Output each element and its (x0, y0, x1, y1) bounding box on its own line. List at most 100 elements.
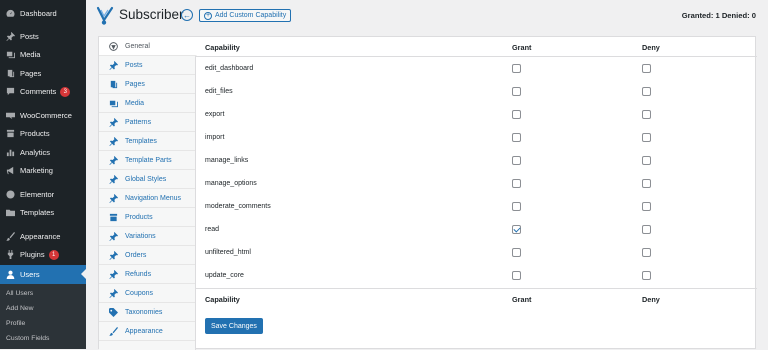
capability-name: update_core (205, 272, 244, 279)
grant-checkbox[interactable] (512, 179, 521, 188)
table-row: edit_files (196, 81, 757, 104)
sidebar-item-label: Pages (20, 69, 42, 78)
woocommerce-icon (5, 111, 15, 121)
column-footer-grant: Grant (512, 295, 532, 304)
deny-checkbox[interactable] (642, 133, 651, 142)
tab-coupons[interactable]: Coupons (99, 284, 195, 303)
tab-refunds[interactable]: Refunds (99, 265, 195, 284)
capability-name: unfiltered_html (205, 249, 251, 256)
tab-label: Pages (125, 80, 145, 88)
sidebar-item-templates[interactable]: Templates (0, 204, 86, 221)
comments-count-badge: 3 (60, 86, 71, 97)
table-row: import (196, 127, 757, 150)
deny-checkbox[interactable] (642, 156, 651, 165)
sidebar-item-appearance[interactable]: Appearance (0, 228, 86, 245)
pin-icon (108, 288, 119, 299)
pin-icon (108, 136, 119, 147)
media-icon (108, 98, 119, 109)
capability-name: read (205, 226, 220, 233)
column-header-deny: Deny (642, 43, 660, 52)
tab-orders[interactable]: Orders (99, 246, 195, 265)
dashboard-icon (5, 9, 15, 19)
deny-checkbox[interactable] (642, 87, 651, 96)
sidebar-item-users[interactable]: Users (0, 265, 86, 284)
column-footer-deny: Deny (642, 295, 660, 304)
tab-patterns[interactable]: Patterns (99, 113, 195, 132)
sidebar-item-label: Comments (20, 87, 57, 96)
deny-checkbox[interactable] (642, 64, 651, 73)
deny-checkbox[interactable] (642, 110, 651, 119)
products-icon (5, 129, 15, 139)
tab-products[interactable]: Products (99, 208, 195, 227)
sidebar-item-marketing[interactable]: Marketing (0, 162, 86, 179)
tab-global-styles[interactable]: Global Styles (99, 170, 195, 189)
table-row: export (196, 104, 757, 127)
table-header: Capability Grant Deny (196, 37, 757, 57)
pin-icon (108, 155, 119, 166)
grant-checkbox[interactable] (512, 248, 521, 257)
grant-checkbox[interactable] (512, 133, 521, 142)
sidebar-item-media[interactable]: Media (0, 46, 86, 63)
deny-checkbox[interactable] (642, 179, 651, 188)
sidebar-item-comments[interactable]: Comments 3 (0, 83, 86, 100)
grant-checkbox[interactable] (512, 87, 521, 96)
submenu-all-users[interactable]: All Users (6, 290, 33, 297)
sidebar-item-analytics[interactable]: Analytics (0, 144, 86, 161)
sidebar-item-posts[interactable]: Posts (0, 28, 86, 45)
sidebar-item-label: Appearance (20, 232, 61, 241)
sidebar-item-label: Posts (20, 32, 39, 41)
tab-label: Navigation Menus (125, 194, 182, 202)
sidebar-item-pages[interactable]: Pages (0, 65, 86, 82)
submenu-add-new[interactable]: Add New (6, 305, 34, 312)
capability-name: edit_files (205, 88, 233, 95)
grant-checkbox[interactable] (512, 202, 521, 211)
deny-checkbox[interactable] (642, 271, 651, 280)
deny-checkbox[interactable] (642, 202, 651, 211)
tab-label: Templates (125, 137, 157, 145)
sidebar-item-products[interactable]: Products (0, 125, 86, 142)
sidebar-item-label: Plugins (20, 250, 45, 259)
sidebar-item-woocommerce[interactable]: WooCommerce (0, 107, 86, 124)
tab-variations[interactable]: Variations (99, 227, 195, 246)
capability-name: export (205, 111, 225, 118)
add-custom-capability-button[interactable]: + Add Custom Capability (199, 9, 292, 22)
pages-icon (5, 69, 15, 79)
tab-appearance[interactable]: Appearance (99, 322, 195, 341)
submenu-custom-fields[interactable]: Custom Fields (6, 335, 49, 342)
submenu-profile[interactable]: Profile (6, 320, 25, 327)
capability-name: manage_links (205, 157, 249, 164)
grant-checkbox[interactable] (512, 64, 521, 73)
sidebar-item-plugins[interactable]: Plugins 1 (0, 246, 86, 263)
table-row: manage_links (196, 150, 757, 173)
grant-checkbox[interactable] (512, 271, 521, 280)
tab-pages[interactable]: Pages (99, 75, 195, 94)
plugins-update-badge: 1 (48, 249, 59, 260)
deny-checkbox[interactable] (642, 248, 651, 257)
back-button[interactable]: ← (181, 9, 193, 21)
table-row: read (196, 219, 757, 242)
tab-template-parts[interactable]: Template Parts (99, 151, 195, 170)
tab-templates[interactable]: Templates (99, 132, 195, 151)
brush-icon (5, 232, 15, 242)
tab-label: Posts (125, 61, 143, 69)
sidebar-item-dashboard[interactable]: Dashboard (0, 5, 86, 22)
grant-checkbox-checked[interactable] (512, 225, 521, 234)
grant-checkbox[interactable] (512, 110, 521, 119)
tab-media[interactable]: Media (99, 94, 195, 113)
tab-navigation-menus[interactable]: Navigation Menus (99, 189, 195, 208)
capability-name: import (205, 134, 225, 141)
deny-checkbox[interactable] (642, 225, 651, 234)
user-icon (5, 270, 15, 280)
tab-label: Products (125, 213, 153, 221)
table-row: moderate_comments (196, 196, 757, 219)
sidebar-item-elementor[interactable]: Elementor (0, 186, 86, 203)
save-changes-button[interactable]: Save Changes (205, 318, 263, 334)
tab-label: Media (125, 99, 145, 107)
tab-label: Taxonomies (125, 308, 163, 316)
tab-label: Template Parts (125, 156, 172, 164)
tab-general[interactable]: General (99, 37, 197, 56)
tab-taxonomies[interactable]: Taxonomies (99, 303, 195, 322)
sidebar-item-label: Products (20, 129, 50, 138)
tab-posts[interactable]: Posts (99, 56, 195, 75)
grant-checkbox[interactable] (512, 156, 521, 165)
